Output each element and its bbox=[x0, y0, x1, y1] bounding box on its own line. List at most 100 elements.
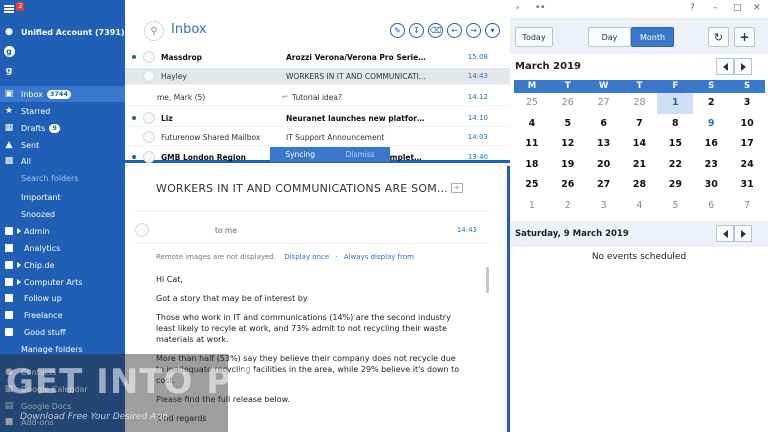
calendar-day-cell[interactable]: 31 bbox=[729, 175, 765, 196]
calendar-day-cell[interactable]: 1 bbox=[514, 196, 550, 217]
calendar-day-cell[interactable]: 6 bbox=[586, 114, 622, 135]
calendar-day-cell[interactable]: 25 bbox=[514, 175, 550, 196]
help-button[interactable]: ? bbox=[690, 3, 695, 13]
calendar-day-cell[interactable]: 23 bbox=[693, 155, 729, 176]
calendar-day-cell[interactable]: 11 bbox=[514, 134, 550, 155]
table-row[interactable]: Liz Neuranet launches new platform, hel.… bbox=[125, 110, 510, 127]
minimize-icon[interactable]: – bbox=[713, 3, 718, 13]
folder-checkbox[interactable] bbox=[5, 227, 13, 235]
calendar-day-cell[interactable]: 18 bbox=[514, 155, 550, 176]
table-row[interactable]: me, Mark (5) ↩ Tutorial idea? 14:12 bbox=[125, 89, 510, 106]
display-once-link[interactable]: Display once bbox=[284, 253, 329, 261]
google-account-2[interactable]: g bbox=[0, 63, 125, 79]
close-icon[interactable]: ✕ bbox=[753, 3, 761, 13]
sidebar-item-freelance[interactable]: Freelance bbox=[0, 307, 125, 323]
delete-icon[interactable]: ⌫ bbox=[428, 23, 443, 38]
calendar-day-cell[interactable]: 9 bbox=[693, 114, 729, 135]
calendar-day-cell[interactable]: 2 bbox=[550, 196, 586, 217]
calendar-day-cell[interactable]: 19 bbox=[550, 155, 586, 176]
calendar-day-cell[interactable]: 26 bbox=[550, 93, 586, 114]
sidebar-item-follow-up[interactable]: Follow up bbox=[0, 290, 125, 306]
chevron-down-icon[interactable]: ▾ bbox=[485, 23, 500, 38]
unified-account[interactable]: ● Unified Account (7391) bbox=[0, 24, 125, 40]
forward-icon[interactable]: → bbox=[466, 23, 481, 38]
day-view-button[interactable]: Day bbox=[588, 27, 631, 47]
folder-checkbox[interactable] bbox=[5, 311, 13, 319]
calendar-day-cell[interactable]: 3 bbox=[729, 93, 765, 114]
calendar-day-cell[interactable]: 27 bbox=[586, 175, 622, 196]
calendar-day-cell[interactable]: 4 bbox=[514, 114, 550, 135]
calendar-day-cell[interactable]: 5 bbox=[550, 114, 586, 135]
folder-checkbox[interactable] bbox=[5, 328, 13, 336]
calendar-day-cell[interactable]: 17 bbox=[729, 134, 765, 155]
prev-month-button[interactable] bbox=[716, 58, 734, 75]
calendar-day-cell[interactable]: 28 bbox=[622, 175, 658, 196]
calendar-day-cell[interactable]: 7 bbox=[622, 114, 658, 135]
expand-arrow-icon[interactable] bbox=[17, 262, 21, 268]
next-month-button[interactable] bbox=[734, 58, 752, 75]
sidebar-item-starred[interactable]: ★ Starred bbox=[0, 103, 125, 119]
sidebar-item-sent[interactable]: ▲ Sent bbox=[0, 137, 125, 153]
calendar-day-cell[interactable]: 21 bbox=[622, 155, 658, 176]
sidebar-item-admin[interactable]: Admin bbox=[0, 223, 125, 239]
calendar-day-cell[interactable]: 8 bbox=[657, 114, 693, 135]
calendar-day-cell[interactable]: 25 bbox=[514, 93, 550, 114]
folder-checkbox[interactable] bbox=[5, 244, 13, 252]
calendar-day-cell[interactable]: 2 bbox=[693, 93, 729, 114]
table-row[interactable]: Futurenow Shared Mailbox IT Support Anno… bbox=[125, 129, 510, 146]
add-label-icon[interactable]: + bbox=[451, 183, 463, 193]
calendar-day-cell[interactable]: 3 bbox=[586, 196, 622, 217]
add-event-icon[interactable]: + bbox=[734, 27, 755, 47]
sidebar-item-analytics[interactable]: Analytics bbox=[0, 240, 125, 256]
sidebar-item-inbox[interactable]: ▣ Inbox 3744 bbox=[0, 86, 125, 102]
folder-checkbox[interactable] bbox=[5, 261, 13, 269]
calendar-day-cell[interactable]: 30 bbox=[693, 175, 729, 196]
always-display-link[interactable]: Always display from bbox=[344, 253, 414, 261]
calendar-day-cell[interactable]: 1 bbox=[657, 93, 694, 114]
hamburger-menu-icon[interactable] bbox=[4, 5, 14, 13]
folder-checkbox[interactable] bbox=[5, 294, 13, 302]
google-account-1[interactable]: g bbox=[0, 43, 125, 59]
sidebar-item-all[interactable]: ▩ All bbox=[0, 153, 125, 169]
calendar-day-cell[interactable]: 27 bbox=[586, 93, 622, 114]
sidebar-item-computer-arts[interactable]: Computer Arts bbox=[0, 274, 125, 290]
calendar-day-cell[interactable]: 7 bbox=[729, 196, 765, 217]
folder-checkbox[interactable] bbox=[5, 278, 13, 286]
calendar-day-cell[interactable]: 6 bbox=[693, 196, 729, 217]
month-view-button[interactable]: Month bbox=[631, 27, 674, 47]
calendar-day-cell[interactable]: 14 bbox=[622, 134, 658, 155]
table-row[interactable]: Hayley WORKERS IN IT AND COMMUNICATI... … bbox=[125, 68, 510, 85]
chevron-right-icon[interactable]: › bbox=[516, 3, 520, 13]
sidebar-item-chip[interactable]: Chip.de bbox=[0, 257, 125, 273]
reply-icon[interactable]: ← bbox=[447, 23, 462, 38]
expand-arrow-icon[interactable] bbox=[17, 228, 21, 234]
calendar-day-cell[interactable]: 16 bbox=[693, 134, 729, 155]
more-icon[interactable]: •• bbox=[535, 3, 546, 13]
table-row[interactable]: Massdrop Arozzi Verona/Verona Pro Series… bbox=[125, 49, 510, 66]
calendar-day-cell[interactable]: 5 bbox=[657, 196, 693, 217]
next-day-button[interactable] bbox=[734, 225, 752, 242]
sidebar-item-snoozed[interactable]: Snoozed bbox=[0, 206, 125, 222]
dismiss-button[interactable]: Dismiss bbox=[346, 150, 375, 159]
refresh-icon[interactable]: ↻ bbox=[708, 27, 729, 47]
calendar-day-cell[interactable]: 13 bbox=[586, 134, 622, 155]
calendar-day-cell[interactable]: 29 bbox=[657, 175, 693, 196]
calendar-day-cell[interactable]: 22 bbox=[657, 155, 693, 176]
sidebar-item-important[interactable]: Important bbox=[0, 189, 125, 205]
today-button[interactable]: Today bbox=[515, 27, 553, 47]
calendar-day-cell[interactable]: 28 bbox=[622, 93, 658, 114]
sidebar-item-search-folders[interactable]: Search folders bbox=[0, 170, 125, 186]
edit-icon[interactable]: ✎ bbox=[390, 23, 405, 38]
expand-arrow-icon[interactable] bbox=[17, 279, 21, 285]
calendar-day-cell[interactable]: 4 bbox=[622, 196, 658, 217]
maximize-icon[interactable]: □ bbox=[733, 3, 742, 13]
archive-icon[interactable]: ↧ bbox=[409, 23, 424, 38]
scrollbar[interactable] bbox=[486, 267, 489, 293]
calendar-day-cell[interactable]: 20 bbox=[586, 155, 622, 176]
calendar-day-cell[interactable]: 10 bbox=[729, 114, 765, 135]
calendar-day-cell[interactable]: 12 bbox=[550, 134, 586, 155]
sidebar-item-good-stuff[interactable]: Good stuff bbox=[0, 324, 125, 340]
search-icon[interactable]: ⚲ bbox=[144, 21, 164, 41]
calendar-day-cell[interactable]: 24 bbox=[729, 155, 765, 176]
sidebar-item-drafts[interactable]: ▦ Drafts 9 bbox=[0, 120, 125, 136]
